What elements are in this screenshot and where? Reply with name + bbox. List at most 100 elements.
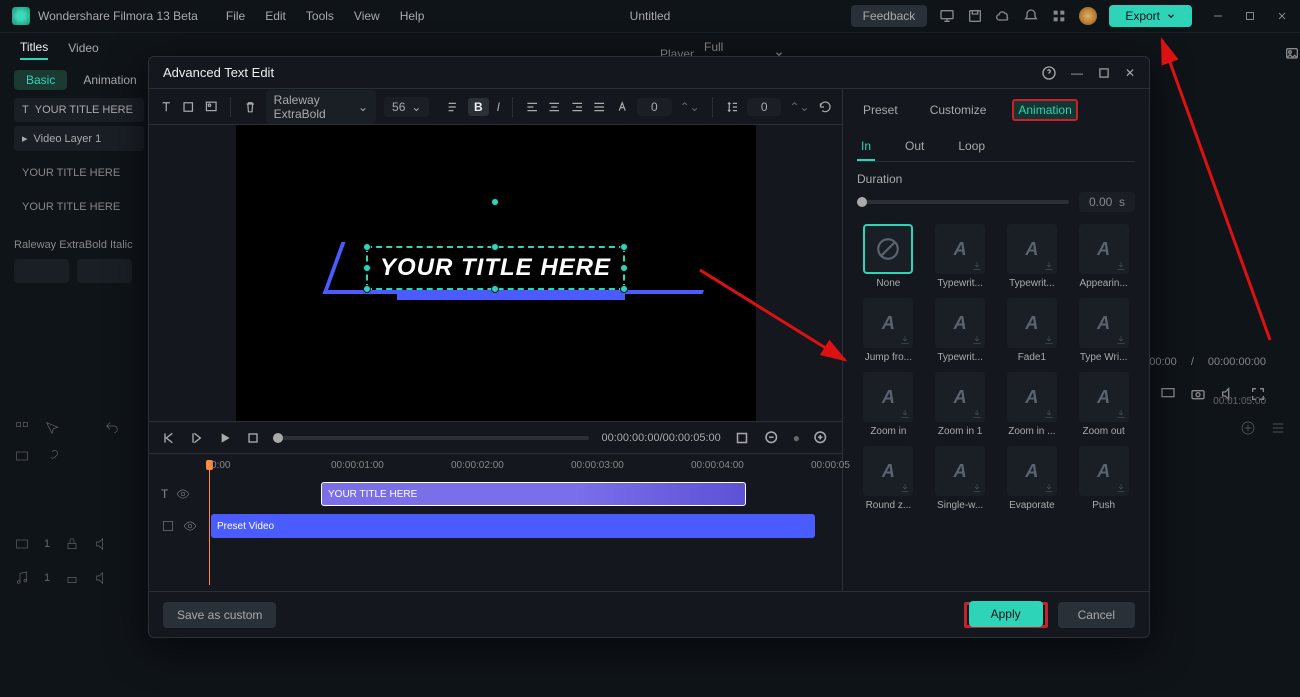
tab-out[interactable]: Out [901, 133, 928, 161]
line-height-input[interactable]: 0 [747, 98, 782, 116]
tab-titles[interactable]: Titles [20, 36, 48, 60]
duration-slider[interactable] [857, 200, 1069, 204]
layer-title[interactable]: TYOUR TITLE HERE [14, 98, 144, 122]
feedback-button[interactable]: Feedback [851, 5, 928, 27]
tab-preset[interactable]: Preset [857, 99, 904, 121]
eye-icon[interactable] [183, 519, 197, 533]
image-tool-icon[interactable] [204, 98, 218, 116]
resize-handle[interactable] [363, 285, 371, 293]
stepper-icon[interactable]: ⌃⌄ [680, 100, 700, 114]
timeline-ruler[interactable]: 0:00 00:00:01:00 00:00:02:00 00:00:03:00… [211, 460, 830, 480]
text-tool-icon[interactable] [159, 98, 173, 116]
preview-canvas[interactable]: YOUR TITLE HERE [236, 125, 756, 421]
mute-icon[interactable] [94, 570, 110, 586]
italic-button[interactable]: I [497, 100, 500, 114]
rotate-handle[interactable] [491, 198, 499, 206]
left-tool-2[interactable] [77, 259, 132, 283]
cancel-button[interactable]: Cancel [1058, 602, 1135, 628]
subtab-basic[interactable]: Basic [14, 70, 67, 90]
video-clip[interactable]: Preset Video [211, 514, 815, 538]
bold-button[interactable]: B [468, 98, 489, 116]
resize-handle[interactable] [620, 285, 628, 293]
align-center-icon[interactable] [547, 98, 561, 116]
zoom-out-icon[interactable] [763, 429, 781, 447]
playhead[interactable] [209, 460, 210, 585]
tab-video[interactable]: Video [68, 37, 98, 59]
preset-round-z-[interactable]: ARound z... [857, 446, 920, 511]
cursor-icon[interactable] [44, 420, 60, 436]
cloud-icon[interactable] [995, 8, 1011, 24]
preset-push[interactable]: APush [1072, 446, 1135, 511]
stop-icon[interactable] [245, 430, 261, 446]
maximize-icon[interactable] [1244, 10, 1256, 22]
preset-zoom-in-1[interactable]: AZoom in 1 [929, 372, 992, 437]
crop-icon[interactable] [733, 429, 751, 447]
prev-icon[interactable] [161, 430, 177, 446]
shape-tool-icon[interactable] [181, 98, 195, 116]
title-text[interactable]: YOUR TITLE HERE [380, 254, 611, 281]
list-icon[interactable] [1270, 420, 1286, 436]
preset-jump-fro-[interactable]: AJump fro... [857, 298, 920, 363]
preset-fade1[interactable]: AFade1 [1001, 298, 1064, 363]
preset-typewrit-[interactable]: ATypewrit... [929, 298, 992, 363]
preset-zoom-in-[interactable]: AZoom in ... [1001, 372, 1064, 437]
resize-handle[interactable] [620, 243, 628, 251]
preset-type-wri-[interactable]: AType Wri... [1072, 298, 1135, 363]
save-custom-button[interactable]: Save as custom [163, 602, 276, 628]
preset-zoom-out[interactable]: AZoom out [1072, 372, 1135, 437]
step-back-icon[interactable] [189, 430, 205, 446]
apps-icon[interactable] [1051, 8, 1067, 24]
avatar-icon[interactable] [1079, 7, 1097, 25]
lock-icon[interactable] [64, 570, 80, 586]
align-left-icon[interactable] [525, 98, 539, 116]
tab-loop[interactable]: Loop [954, 133, 989, 161]
grid-icon[interactable] [14, 420, 30, 436]
preset-appearin-[interactable]: AAppearin... [1072, 224, 1135, 289]
clip-icon[interactable] [14, 448, 30, 464]
subtab-animation[interactable]: Animation [83, 70, 136, 90]
zoom-in-icon[interactable] [812, 429, 830, 447]
undo-icon[interactable] [104, 420, 120, 436]
camera-icon[interactable] [1190, 386, 1206, 402]
modal-maximize-icon[interactable] [1097, 66, 1111, 80]
apply-button[interactable]: Apply [969, 601, 1043, 627]
menu-view[interactable]: View [354, 9, 380, 23]
modal-close-icon[interactable]: ✕ [1125, 66, 1135, 80]
reset-icon[interactable] [818, 98, 832, 116]
mute-icon[interactable] [94, 536, 110, 552]
monitor-icon[interactable] [939, 8, 955, 24]
text-color-icon[interactable] [615, 98, 629, 116]
help-icon[interactable] [1041, 65, 1057, 81]
link-icon[interactable] [44, 448, 60, 464]
preset-evaporate[interactable]: AEvaporate [1001, 446, 1064, 511]
image-icon[interactable] [1284, 46, 1300, 62]
resize-handle[interactable] [620, 264, 628, 272]
resize-handle[interactable] [491, 285, 499, 293]
preset-typewrit-[interactable]: ATypewrit... [1001, 224, 1064, 289]
save-icon[interactable] [967, 8, 983, 24]
title-element[interactable]: YOUR TITLE HERE [366, 246, 625, 300]
stepper-icon[interactable]: ⌃⌄ [789, 100, 809, 114]
duration-value[interactable]: 0.00 s [1079, 192, 1135, 212]
title-clip[interactable]: YOUR TITLE HERE [321, 482, 746, 506]
preset-none[interactable]: None [857, 224, 920, 289]
delete-icon[interactable] [243, 98, 257, 116]
add-icon[interactable] [1240, 420, 1256, 436]
paragraph-icon[interactable] [445, 98, 459, 116]
resize-handle[interactable] [363, 243, 371, 251]
spacing-input[interactable]: 0 [637, 98, 672, 116]
tab-animation[interactable]: Animation [1012, 99, 1077, 121]
preset-typewrit-[interactable]: ATypewrit... [929, 224, 992, 289]
layer-video[interactable]: ▸Video Layer 1 [14, 126, 144, 151]
align-right-icon[interactable] [570, 98, 584, 116]
display-icon[interactable] [1160, 386, 1176, 402]
resize-handle[interactable] [491, 243, 499, 251]
export-button[interactable]: Export [1109, 5, 1192, 27]
play-icon[interactable] [217, 430, 233, 446]
tab-customize[interactable]: Customize [924, 99, 993, 121]
align-justify-icon[interactable] [592, 98, 606, 116]
resize-handle[interactable] [363, 264, 371, 272]
menu-edit[interactable]: Edit [265, 9, 286, 23]
modal-minimize-icon[interactable]: — [1071, 66, 1083, 80]
preset-single-w-[interactable]: ASingle-w... [929, 446, 992, 511]
